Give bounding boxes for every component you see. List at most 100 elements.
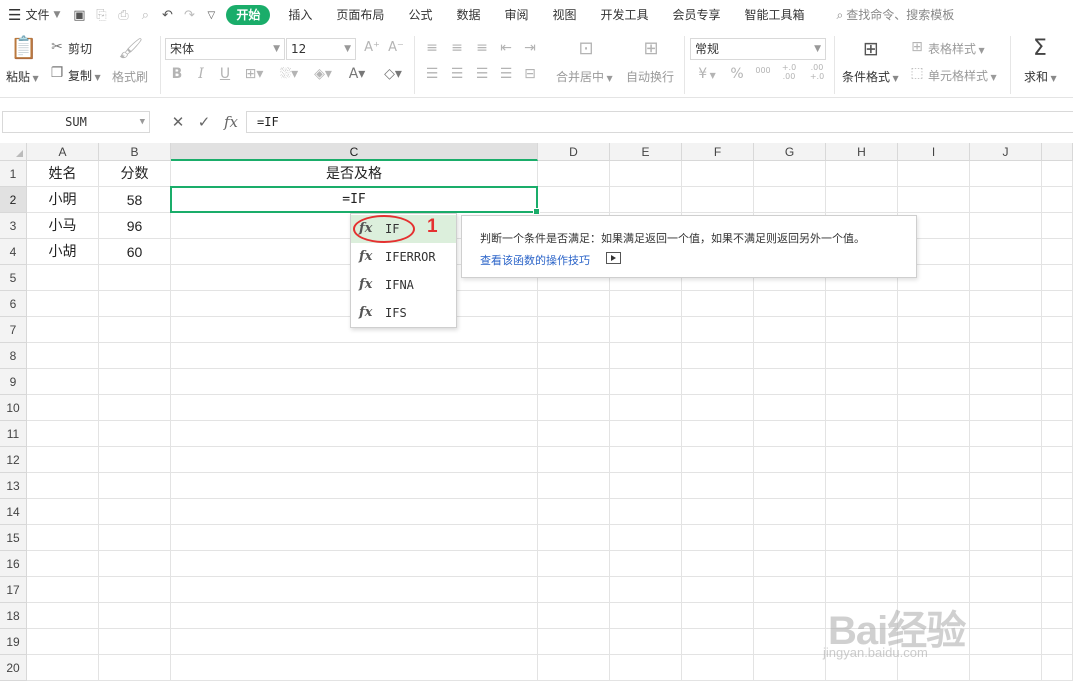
cell-f1[interactable] — [682, 161, 754, 187]
cell-g11[interactable] — [754, 421, 826, 447]
cell-h12[interactable] — [826, 447, 898, 473]
cell-a11[interactable] — [27, 421, 99, 447]
cell-i7[interactable] — [898, 317, 970, 343]
column-header-e[interactable]: E — [610, 143, 682, 161]
cell-g6[interactable] — [754, 291, 826, 317]
cell-k9[interactable] — [1042, 369, 1073, 395]
cell-d6[interactable] — [538, 291, 610, 317]
cell-f17[interactable] — [682, 577, 754, 603]
print-preview-icon[interactable]: ⌕ — [134, 0, 156, 30]
cell-g10[interactable] — [754, 395, 826, 421]
cell-g1[interactable] — [754, 161, 826, 187]
conditional-format-button[interactable]: 条件格式 ▼ — [842, 68, 899, 85]
row-header-7[interactable]: 7 — [0, 317, 27, 343]
italic-icon[interactable]: I — [192, 66, 210, 82]
cell-k7[interactable] — [1042, 317, 1073, 343]
cell-b12[interactable] — [99, 447, 171, 473]
fill-color-icon[interactable]: ◈▾ — [310, 66, 336, 82]
cell-j14[interactable] — [970, 499, 1042, 525]
table-style-button[interactable]: 表格样式 ▼ — [928, 40, 985, 57]
cell-i15[interactable] — [898, 525, 970, 551]
cell-b20[interactable] — [99, 655, 171, 681]
column-header-b[interactable]: B — [99, 143, 171, 161]
cell-f11[interactable] — [682, 421, 754, 447]
row-header-17[interactable]: 17 — [0, 577, 27, 603]
autocomplete-item-ifs[interactable]: fx IFS — [351, 299, 456, 327]
cell-d17[interactable] — [538, 577, 610, 603]
autocomplete-item-ifna[interactable]: fx IFNA — [351, 271, 456, 299]
cell-c20[interactable] — [171, 655, 538, 681]
eraser-icon[interactable]: ◇▾ — [380, 66, 406, 82]
row-header-14[interactable]: 14 — [0, 499, 27, 525]
distributed-icon[interactable]: ⊟ — [522, 66, 538, 82]
cell-d10[interactable] — [538, 395, 610, 421]
paste-icon[interactable]: 📋 — [10, 36, 37, 61]
cell-f20[interactable] — [682, 655, 754, 681]
column-header-h[interactable]: H — [826, 143, 898, 161]
cell-j17[interactable] — [970, 577, 1042, 603]
tab-member[interactable]: 会员专享 — [661, 0, 733, 30]
cell-g17[interactable] — [754, 577, 826, 603]
cell-e16[interactable] — [610, 551, 682, 577]
select-all-corner[interactable] — [0, 143, 27, 161]
cell-i11[interactable] — [898, 421, 970, 447]
border-icon[interactable]: ⊞▾ — [242, 66, 266, 82]
export-icon[interactable]: ⎘ — [90, 0, 112, 30]
column-header-d[interactable]: D — [538, 143, 610, 161]
cell-b19[interactable] — [99, 629, 171, 655]
row-header-8[interactable]: 8 — [0, 343, 27, 369]
wrap-text-icon[interactable]: ⊞ — [638, 38, 664, 59]
cell-i9[interactable] — [898, 369, 970, 395]
cell-f6[interactable] — [682, 291, 754, 317]
cell-k5[interactable] — [1042, 265, 1073, 291]
cell-a14[interactable] — [27, 499, 99, 525]
cell-c15[interactable] — [171, 525, 538, 551]
cell-b15[interactable] — [99, 525, 171, 551]
insert-function-icon[interactable]: fx — [219, 111, 243, 133]
tab-smart-tools[interactable]: 智能工具箱 — [733, 0, 817, 30]
column-header-c[interactable]: C — [171, 143, 538, 161]
tab-formulas[interactable]: 公式 — [396, 0, 444, 30]
cell-b17[interactable] — [99, 577, 171, 603]
cell-j19[interactable] — [970, 629, 1042, 655]
cell-j9[interactable] — [970, 369, 1042, 395]
cell-b7[interactable] — [99, 317, 171, 343]
currency-icon[interactable]: ¥ ▼ — [694, 66, 720, 82]
format-painter-icon[interactable]: 🖌 — [118, 36, 143, 60]
cell-e9[interactable] — [610, 369, 682, 395]
cell-k6[interactable] — [1042, 291, 1073, 317]
cell-k18[interactable] — [1042, 603, 1073, 629]
cell-i14[interactable] — [898, 499, 970, 525]
justify-icon[interactable]: ☰ — [498, 66, 514, 82]
row-header-11[interactable]: 11 — [0, 421, 27, 447]
cell-e14[interactable] — [610, 499, 682, 525]
file-menu[interactable]: ☰ 文件 ▼ — [0, 0, 68, 30]
cell-b11[interactable] — [99, 421, 171, 447]
row-header-16[interactable]: 16 — [0, 551, 27, 577]
cell-j8[interactable] — [970, 343, 1042, 369]
cell-k15[interactable] — [1042, 525, 1073, 551]
cell-f15[interactable] — [682, 525, 754, 551]
font-size-select[interactable]: 12 ▼ — [286, 38, 356, 60]
video-play-icon[interactable] — [606, 252, 621, 264]
cell-d7[interactable] — [538, 317, 610, 343]
align-left-icon[interactable]: ☰ — [424, 66, 440, 82]
function-tips-link[interactable]: 查看该函数的操作技巧 — [480, 252, 590, 268]
cell-b10[interactable] — [99, 395, 171, 421]
confirm-icon[interactable]: ✓ — [194, 111, 214, 133]
cell-c9[interactable] — [171, 369, 538, 395]
cell-e1[interactable] — [610, 161, 682, 187]
cell-d8[interactable] — [538, 343, 610, 369]
cell-g19[interactable] — [754, 629, 826, 655]
command-search[interactable]: ⌕ 查找命令、搜索模板 — [829, 0, 963, 30]
cell-j5[interactable] — [970, 265, 1042, 291]
cell-k8[interactable] — [1042, 343, 1073, 369]
cell-i2[interactable] — [898, 187, 970, 213]
font-name-select[interactable]: 宋体 ▼ — [165, 38, 285, 60]
cell-a16[interactable] — [27, 551, 99, 577]
cell-c12[interactable] — [171, 447, 538, 473]
name-box[interactable]: SUM ▼ — [2, 111, 150, 133]
cell-b8[interactable] — [99, 343, 171, 369]
tab-page-layout[interactable]: 页面布局 — [324, 0, 396, 30]
increase-decimal-icon[interactable]: +.0 .00 — [776, 63, 802, 81]
